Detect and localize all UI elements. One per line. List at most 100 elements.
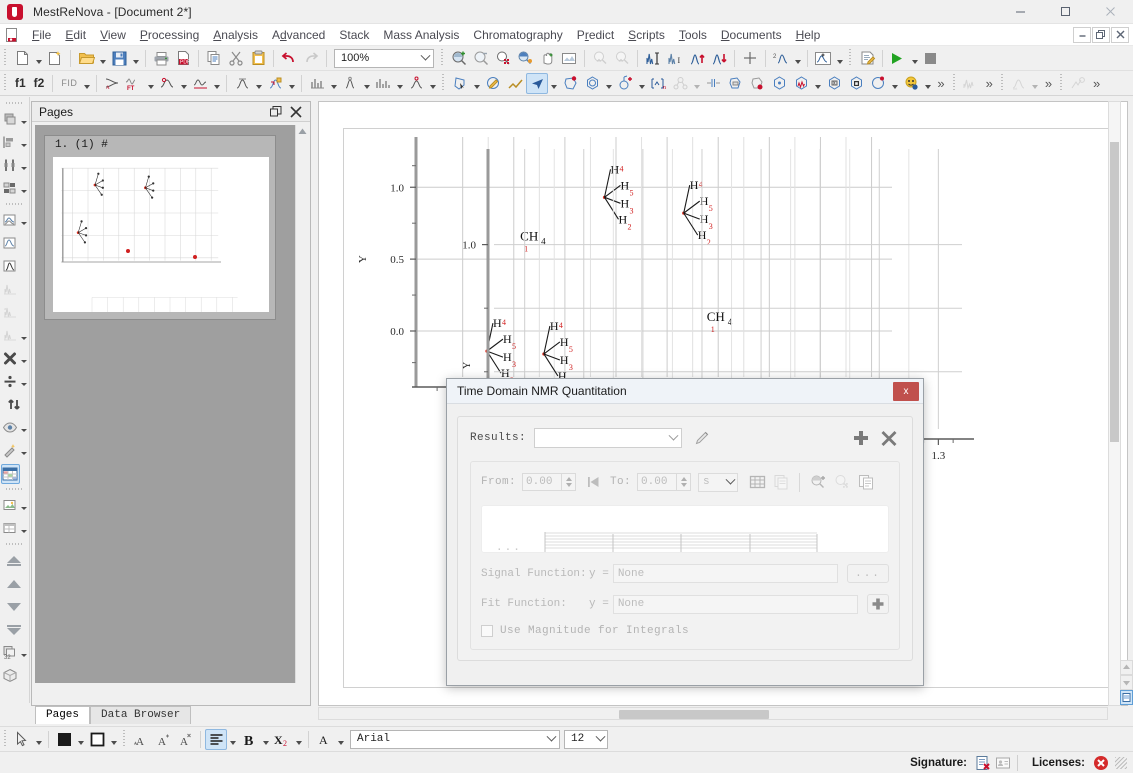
fill-color-button[interactable]: [53, 729, 75, 749]
font-clear-icon[interactable]: A: [174, 729, 196, 750]
toolbar-grip-5[interactable]: [441, 74, 446, 92]
previous-marker-icon[interactable]: [582, 471, 606, 493]
previous-page-button[interactable]: [1, 574, 28, 594]
use-magnitude-checkbox[interactable]: [481, 625, 493, 637]
open-dropdown[interactable]: [97, 48, 108, 69]
align-left-icon[interactable]: [205, 729, 227, 750]
assignment-button[interactable]: [746, 73, 768, 94]
canvas-horizontal-scrollbar[interactable]: [318, 707, 1108, 720]
window-maximize-button[interactable]: [1043, 0, 1088, 24]
font-family-combo[interactable]: Arial: [350, 730, 560, 749]
chevron-down-icon[interactable]: [593, 731, 607, 748]
stack-spectra-c-dropdown[interactable]: [20, 326, 29, 346]
molecule-predict-dropdown[interactable]: [812, 73, 823, 94]
single-spectrum-button[interactable]: [1, 257, 20, 277]
menu-item-mass-analysis[interactable]: Mass Analysis: [376, 26, 466, 44]
chevron-down-icon[interactable]: [723, 474, 737, 491]
overlay-button[interactable]: [1, 234, 20, 254]
nmr-predict-molecule-button[interactable]: [790, 73, 812, 94]
visibility-button[interactable]: [1, 418, 20, 438]
pages-scroll-track[interactable]: [296, 138, 309, 658]
undock-icon[interactable]: [269, 105, 283, 119]
cursor-arrow-icon[interactable]: [11, 729, 33, 750]
fid-button[interactable]: FID: [57, 78, 81, 88]
scroll-page-down-button[interactable]: [1120, 675, 1133, 690]
multiplet-analysis-button[interactable]: [306, 73, 328, 94]
format-grip-2[interactable]: [122, 730, 127, 748]
select-molecule-dropdown[interactable]: [471, 73, 482, 94]
add-fragment-button[interactable]: [614, 73, 636, 94]
spreadsheet-button[interactable]: [1, 464, 20, 484]
run-script-dropdown[interactable]: [909, 48, 920, 69]
canvas-vertical-scrollbar[interactable]: [1108, 101, 1121, 706]
visibility-dropdown[interactable]: [20, 418, 29, 438]
signature-id-icon[interactable]: [993, 754, 1013, 772]
arrange-button[interactable]: [812, 48, 834, 69]
ring-tool-button[interactable]: [581, 73, 603, 94]
zoom-out-button[interactable]: [470, 48, 492, 69]
canvas-vscroll-thumb[interactable]: [1110, 142, 1119, 442]
font-size-combo[interactable]: 12: [564, 730, 608, 749]
mdi-minimize-button[interactable]: [1073, 27, 1091, 43]
screenshot-button[interactable]: [558, 48, 580, 69]
tools-overflow-button[interactable]: [1067, 73, 1089, 94]
menu-item-processing[interactable]: Processing: [133, 26, 206, 44]
font-increase-icon[interactable]: A: [130, 729, 152, 750]
clean-dropdown[interactable]: [20, 441, 29, 461]
mdi-restore-button[interactable]: [1092, 27, 1110, 43]
tab-data-browser[interactable]: Data Browser: [90, 706, 191, 724]
copy-pages-icon[interactable]: [769, 471, 793, 493]
fourier-transform-button[interactable]: FT: [123, 73, 145, 94]
window-minimize-button[interactable]: [998, 0, 1043, 24]
select-molecule-button[interactable]: [449, 73, 471, 94]
cursor-dropdown[interactable]: [33, 729, 44, 750]
add-fragment-dropdown[interactable]: [636, 73, 647, 94]
bond-tool-button[interactable]: [504, 73, 526, 94]
smiley-dropdown[interactable]: [922, 73, 933, 94]
peak-up-button[interactable]: [686, 48, 708, 69]
reference-dropdown[interactable]: [361, 73, 372, 94]
zoom-level-combo[interactable]: 100%: [334, 49, 434, 68]
resize-grip[interactable]: [1115, 757, 1127, 769]
menu-item-help[interactable]: Help: [789, 26, 828, 44]
signal-function-input[interactable]: None: [613, 564, 838, 583]
peaks-label-button[interactable]: I: [664, 48, 686, 69]
align-dropdown[interactable]: [20, 133, 29, 153]
tab-pages[interactable]: Pages: [35, 706, 90, 724]
chevron-down-icon[interactable]: [417, 50, 433, 67]
last-page-button[interactable]: [1, 620, 28, 640]
multiplet-dropdown[interactable]: [328, 73, 339, 94]
results-combo[interactable]: [534, 428, 682, 448]
peak-picking-button[interactable]: [231, 73, 253, 94]
align-button[interactable]: [1, 133, 20, 153]
peak-down-button[interactable]: [708, 48, 730, 69]
molecule-view-button[interactable]: [768, 73, 790, 94]
zoom-dots-icon[interactable]: [830, 471, 854, 493]
stop-script-button[interactable]: [920, 48, 942, 69]
delete-dropdown[interactable]: [20, 349, 29, 369]
leftbar-grip-1[interactable]: [6, 101, 24, 106]
nmr-prediction-dropdown[interactable]: [427, 73, 438, 94]
menu-item-analysis[interactable]: Analysis: [206, 26, 265, 44]
baseline-correction-button[interactable]: [189, 73, 211, 94]
toolbar-grip[interactable]: [3, 49, 8, 67]
stack-spectra-a-button[interactable]: [1, 280, 20, 300]
bold-dropdown[interactable]: [260, 729, 271, 750]
integration-button[interactable]: [264, 73, 286, 94]
phase-dropdown[interactable]: [178, 73, 189, 94]
new-document-dropdown[interactable]: [33, 48, 44, 69]
f1-button[interactable]: f1: [11, 76, 30, 90]
pointer-tool-button[interactable]: [526, 73, 548, 94]
nmr-prediction-button[interactable]: [405, 73, 427, 94]
atom-properties-dropdown[interactable]: [691, 73, 702, 94]
divide-button[interactable]: [1, 372, 20, 392]
toolbar-grip-8[interactable]: [1059, 74, 1064, 92]
spectra-overflow-button[interactable]: [960, 73, 982, 94]
line-fitting-button[interactable]: [372, 73, 394, 94]
add-atom-button[interactable]: [559, 73, 581, 94]
mdi-close-button[interactable]: [1111, 27, 1129, 43]
delete-button[interactable]: [1, 349, 20, 369]
distribute-dropdown[interactable]: [20, 156, 29, 176]
page-thumbnail-item[interactable]: 1. (1) #: [44, 135, 276, 320]
time-domain-nmr-quantitation-dialog[interactable]: Time Domain NMR Quantitation x Results:: [446, 378, 924, 686]
